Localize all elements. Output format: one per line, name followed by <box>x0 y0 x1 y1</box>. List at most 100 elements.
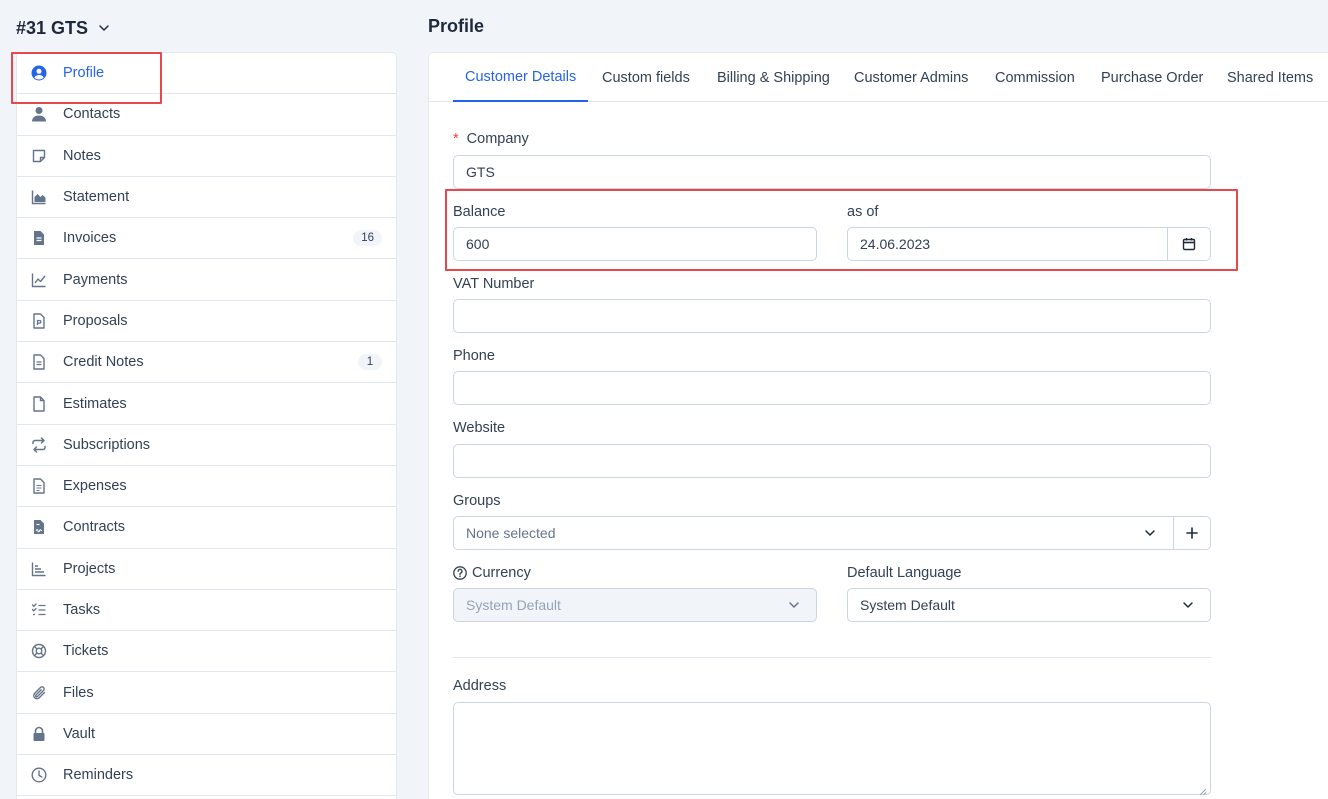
bar-chart-icon <box>31 561 47 577</box>
page-title: Profile <box>428 16 485 36</box>
address-textarea[interactable] <box>453 702 1211 796</box>
tab-purchase-order[interactable]: Purchase Order <box>1101 53 1203 102</box>
client-title-text: #31 GTS <box>16 17 89 38</box>
sidebar-item-proposals[interactable]: Proposals <box>17 301 396 343</box>
chevron-down-icon <box>1182 599 1194 611</box>
phone-label: Phone <box>453 348 495 364</box>
vat-number-input[interactable] <box>453 299 1211 333</box>
user-icon <box>31 106 47 122</box>
client-title[interactable]: #31 GTS <box>16 16 110 40</box>
as-of-value: 24.06.2023 <box>860 236 931 252</box>
currency-label: Currency <box>453 565 531 581</box>
calendar-icon <box>1182 237 1196 251</box>
website-label: Website <box>453 420 506 436</box>
sidebar-item-tickets[interactable]: Tickets <box>17 631 396 673</box>
sidebar-item-label: Expenses <box>63 478 127 495</box>
checklist-icon <box>31 602 47 618</box>
file-icon <box>31 395 47 412</box>
line-chart-icon <box>31 272 47 288</box>
phone-input[interactable] <box>453 371 1211 405</box>
tab-customer-admins[interactable]: Customer Admins <box>854 53 968 102</box>
plus-icon <box>1186 527 1198 539</box>
sidebar-item-payments[interactable]: Payments <box>17 259 396 301</box>
groups-placeholder: None selected <box>466 525 556 541</box>
sidebar-item-reminders[interactable]: Reminders <box>17 755 396 797</box>
proposal-icon <box>31 313 47 329</box>
invoices-count-badge: 16 <box>353 230 382 247</box>
chevron-down-icon <box>98 22 110 34</box>
tab-billing-shipping[interactable]: Billing & Shipping <box>717 53 830 102</box>
sidebar-item-label: Vault <box>63 725 95 742</box>
lifebuoy-icon <box>31 643 47 659</box>
vat-number-label: VAT Number <box>453 276 535 292</box>
required-mark: * <box>453 131 459 147</box>
sidebar-item-profile[interactable]: Profile <box>17 53 396 95</box>
sidebar-item-label: Payments <box>63 271 128 288</box>
company-input[interactable]: GTS <box>453 155 1211 189</box>
sidebar-item-contracts[interactable]: Contracts <box>17 507 396 549</box>
credit-notes-count-badge: 1 <box>358 354 382 371</box>
sidebar-item-label: Notes <box>63 147 101 164</box>
sidebar-item-estimates[interactable]: Estimates <box>17 383 396 425</box>
section-divider <box>453 657 1211 658</box>
repeat-icon <box>31 437 47 453</box>
sidebar-item-files[interactable]: Files <box>17 672 396 714</box>
help-circle-icon[interactable] <box>453 566 467 580</box>
sticky-note-icon <box>31 148 47 164</box>
default-language-select[interactable]: System Default <box>847 588 1211 622</box>
file-lines-icon <box>31 478 47 494</box>
add-group-button[interactable] <box>1173 517 1210 549</box>
sidebar-item-label: Contacts <box>63 106 121 123</box>
sidebar-item-subscriptions[interactable]: Subscriptions <box>17 425 396 466</box>
sidebar-item-projects[interactable]: Projects <box>17 549 396 590</box>
paperclip-icon <box>31 685 47 701</box>
sidebar-item-label: Credit Notes <box>63 354 144 371</box>
client-sidebar: Profile Contacts Notes Statement Invoice… <box>16 52 397 799</box>
sidebar-item-label: Tickets <box>63 643 109 660</box>
lock-icon <box>31 726 47 742</box>
sidebar-item-credit-notes[interactable]: Credit Notes 1 <box>17 342 396 384</box>
default-language-label: Default Language <box>847 565 962 581</box>
as-of-label: as of <box>847 204 879 220</box>
currency-value: System Default <box>466 597 561 613</box>
sidebar-item-label: Estimates <box>63 395 127 412</box>
sidebar-item-label: Files <box>63 684 94 701</box>
tab-customer-details[interactable]: Customer Details <box>453 53 589 102</box>
sidebar-item-contacts[interactable]: Contacts <box>17 94 396 136</box>
sidebar-item-statement[interactable]: Statement <box>17 177 396 219</box>
tab-shared-items[interactable]: Shared Items <box>1227 53 1313 102</box>
groups-select[interactable]: None selected <box>453 516 1211 550</box>
chevron-down-icon <box>1144 527 1156 539</box>
groups-label: Groups <box>453 493 501 509</box>
balance-input[interactable]: 600 <box>453 227 817 261</box>
sidebar-item-tasks[interactable]: Tasks <box>17 590 396 632</box>
tab-commission[interactable]: Commission <box>995 53 1075 102</box>
company-value: GTS <box>466 164 495 180</box>
profile-tabs: Customer Details Custom fields Billing &… <box>429 53 1328 102</box>
currency-label-text: Currency <box>472 565 531 581</box>
balance-value: 600 <box>466 236 490 252</box>
company-label: * Company <box>453 131 529 147</box>
sidebar-item-label: Reminders <box>63 767 134 784</box>
sidebar-item-expenses[interactable]: Expenses <box>17 466 396 508</box>
profile-panel: Customer Details Custom fields Billing &… <box>428 52 1328 799</box>
address-label: Address <box>453 678 507 694</box>
default-language-value: System Default <box>860 597 955 613</box>
sidebar-item-vault[interactable]: Vault <box>17 714 396 756</box>
resize-grip-icon[interactable] <box>1199 783 1207 796</box>
document-text-icon <box>31 354 47 370</box>
sidebar-item-label: Statement <box>63 189 130 206</box>
user-circle-icon <box>31 65 47 81</box>
sidebar-item-label: Tasks <box>63 602 101 618</box>
as-of-date-input[interactable]: 24.06.2023 <box>847 227 1211 261</box>
currency-select[interactable]: System Default <box>453 588 817 622</box>
sidebar-item-invoices[interactable]: Invoices 16 <box>17 218 396 260</box>
sidebar-item-label: Projects <box>63 560 116 577</box>
tab-custom-fields[interactable]: Custom fields <box>602 53 690 102</box>
area-chart-icon <box>31 189 47 205</box>
website-input[interactable] <box>453 444 1211 478</box>
calendar-button[interactable] <box>1167 228 1210 260</box>
balance-label: Balance <box>453 204 506 220</box>
sidebar-item-label: Contracts <box>63 519 126 536</box>
sidebar-item-notes[interactable]: Notes <box>17 136 396 177</box>
